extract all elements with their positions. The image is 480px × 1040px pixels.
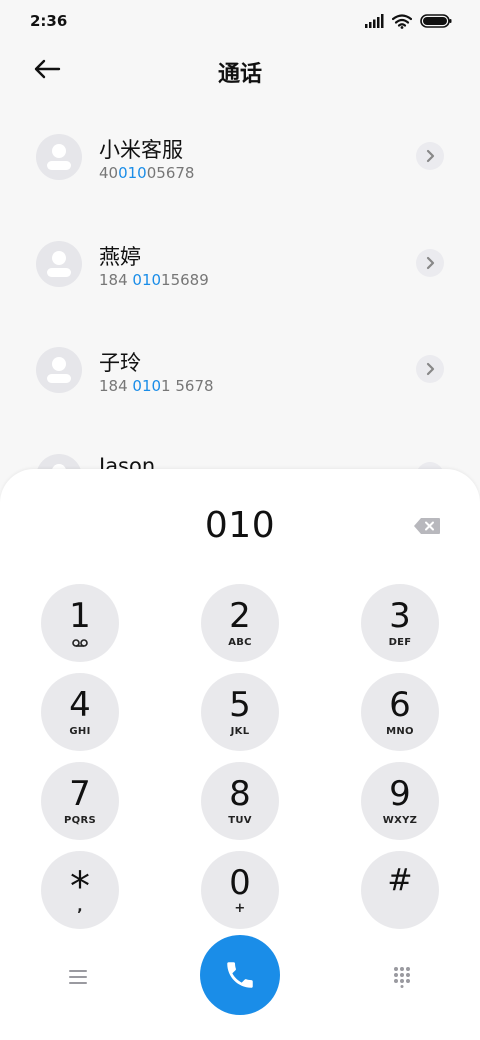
key-5[interactable]: 5 JKL [201, 673, 279, 751]
key-6[interactable]: 6 MNO [361, 673, 439, 751]
contact-row[interactable]: 子玲 184 0101 5678 [0, 317, 480, 423]
number-match: 010 [132, 271, 162, 289]
status-icons [365, 13, 452, 29]
avatar [36, 347, 82, 393]
dialed-number: 010 [204, 505, 276, 546]
menu-icon [69, 970, 87, 984]
key-3[interactable]: 3 DEF [361, 584, 439, 662]
contact-name: 子玲 [99, 351, 141, 375]
key-8[interactable]: 8 TUV [201, 762, 279, 840]
signal-icon [365, 14, 384, 28]
backspace-icon [414, 518, 440, 534]
contact-number: 184 01015689 [99, 271, 209, 289]
contact-number: 184 0101 5678 [99, 377, 214, 395]
chevron-right-icon [426, 256, 435, 270]
wifi-icon [392, 13, 412, 29]
status-time: 2:36 [30, 12, 68, 30]
contact-name: 燕婷 [99, 245, 141, 269]
key-star[interactable]: * , [41, 851, 119, 929]
contact-number: 4001005678 [99, 164, 195, 182]
chevron-right-icon [426, 149, 435, 163]
menu-button[interactable] [62, 965, 94, 989]
key-hash[interactable]: # [361, 851, 439, 929]
page-title: 通话 [217, 62, 262, 87]
call-button[interactable] [200, 935, 280, 1015]
contact-detail-button[interactable] [416, 355, 444, 383]
phone-icon [227, 962, 253, 988]
number-match: 010 [118, 164, 147, 182]
number-match: 010 [132, 377, 162, 395]
voicemail-icon [72, 639, 88, 647]
battery-icon [420, 14, 452, 28]
chevron-right-icon [426, 362, 435, 376]
contact-detail-button[interactable] [416, 249, 444, 277]
contact-row[interactable]: 小米客服 4001005678 [0, 104, 480, 210]
header: 通话 [0, 42, 480, 98]
delete-button[interactable] [412, 515, 442, 537]
key-7[interactable]: 7 PQRS [41, 762, 119, 840]
avatar [36, 241, 82, 287]
status-bar: 2:36 [0, 0, 480, 42]
key-1[interactable]: 1 [41, 584, 119, 662]
contact-detail-button[interactable] [416, 142, 444, 170]
dialer-panel: 010 1 2 ABC 3 DEF 4 GHI 5 JKL 6 MNO 7 PQ… [0, 469, 480, 1040]
keypad-toggle-button[interactable] [386, 963, 418, 991]
key-0[interactable]: 0 + [201, 851, 279, 929]
contact-row[interactable]: 燕婷 184 01015689 [0, 211, 480, 317]
key-9[interactable]: 9 WXYZ [361, 762, 439, 840]
key-4[interactable]: 4 GHI [41, 673, 119, 751]
contact-name: 小米客服 [99, 138, 183, 162]
avatar [36, 134, 82, 180]
key-2[interactable]: 2 ABC [201, 584, 279, 662]
dialpad-icon [394, 967, 410, 988]
